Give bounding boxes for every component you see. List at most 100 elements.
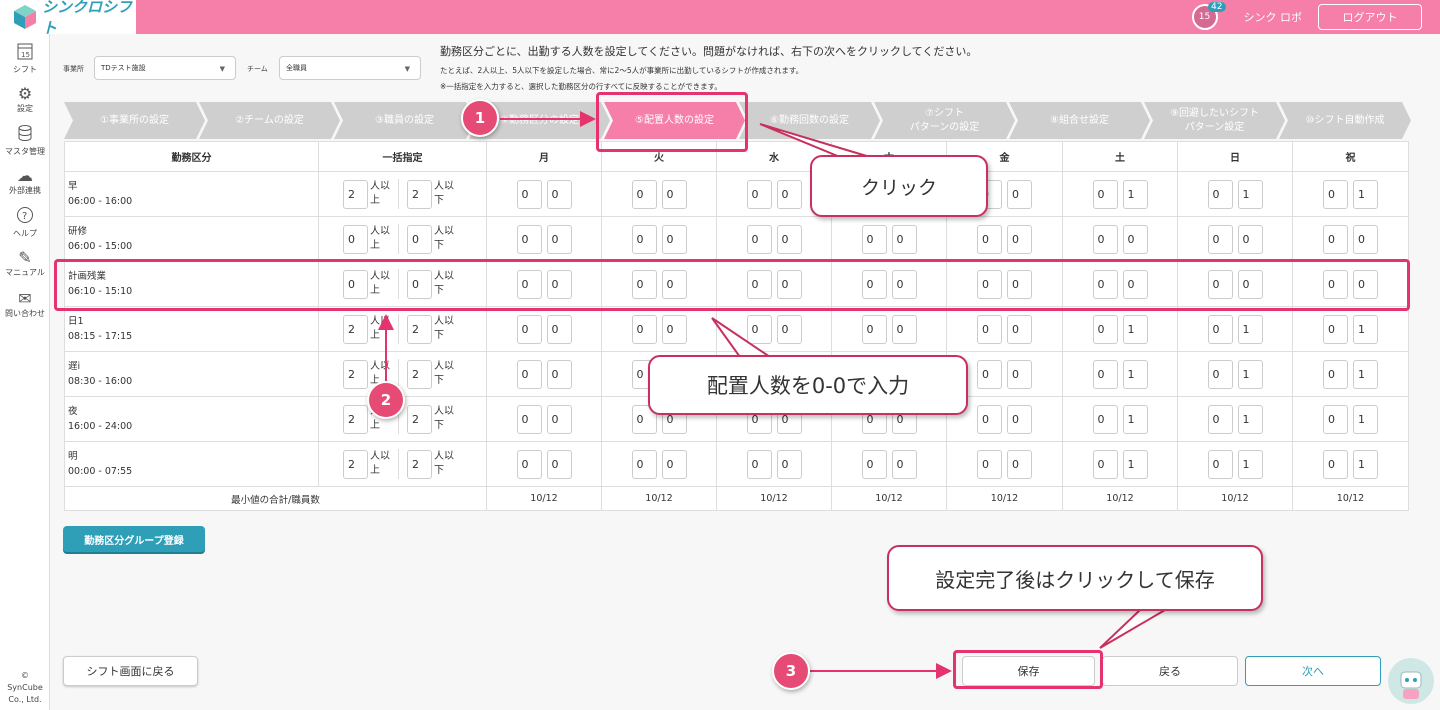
min-count-input[interactable]: 0 bbox=[1092, 224, 1118, 254]
max-count-input[interactable]: 1 bbox=[1122, 359, 1148, 389]
min-count-input[interactable]: 0 bbox=[1207, 404, 1233, 434]
step-7[interactable]: ⑦シフト パターンの設定 bbox=[874, 102, 1015, 139]
max-count-input[interactable]: 1 bbox=[1237, 314, 1263, 344]
max-count-input[interactable]: 0 bbox=[546, 359, 572, 389]
min-count-input[interactable]: 0 bbox=[1092, 449, 1118, 479]
max-count-input[interactable]: 1 bbox=[1122, 404, 1148, 434]
max-count-input[interactable]: 0 bbox=[1007, 404, 1032, 434]
office-select[interactable]: TDテスト施設 ▼ bbox=[94, 56, 236, 80]
min-count-input[interactable]: 0 bbox=[631, 449, 657, 479]
step-9[interactable]: ⑨回避したいシフト パターン設定 bbox=[1144, 102, 1285, 139]
min-count-input[interactable]: 0 bbox=[1323, 404, 1348, 434]
min-count-input[interactable]: 0 bbox=[746, 449, 772, 479]
min-count-input[interactable]: 0 bbox=[516, 359, 542, 389]
max-count-input[interactable]: 0 bbox=[661, 314, 687, 344]
bulk-min-input[interactable]: 0 bbox=[343, 224, 368, 254]
max-count-input[interactable]: 0 bbox=[1007, 314, 1032, 344]
min-count-input[interactable]: 0 bbox=[631, 224, 657, 254]
sidebar-item-manual[interactable]: ✎ マニュアル bbox=[0, 243, 50, 284]
min-count-input[interactable]: 0 bbox=[1207, 179, 1233, 209]
sidebar-item-settings[interactable]: ⚙ 設定 bbox=[0, 79, 50, 120]
max-count-input[interactable]: 0 bbox=[891, 449, 917, 479]
bulk-min-input[interactable]: 2 bbox=[343, 179, 368, 209]
max-count-input[interactable]: 0 bbox=[661, 179, 687, 209]
min-count-input[interactable]: 0 bbox=[861, 449, 887, 479]
team-select[interactable]: 全職員 ▼ bbox=[279, 56, 421, 80]
max-count-input[interactable]: 0 bbox=[661, 449, 687, 479]
step-2[interactable]: ②チームの設定 bbox=[199, 102, 340, 139]
max-count-input[interactable]: 0 bbox=[1007, 359, 1032, 389]
min-count-input[interactable]: 0 bbox=[1092, 314, 1118, 344]
max-count-input[interactable]: 0 bbox=[891, 224, 917, 254]
max-count-input[interactable]: 0 bbox=[1122, 224, 1148, 254]
max-count-input[interactable]: 0 bbox=[1007, 449, 1032, 479]
group-register-button[interactable]: 勤務区分グループ登録 bbox=[63, 526, 205, 552]
min-count-input[interactable]: 0 bbox=[1207, 449, 1233, 479]
sidebar-item-help[interactable]: ? ヘルプ bbox=[0, 202, 50, 243]
max-count-input[interactable]: 1 bbox=[1122, 449, 1148, 479]
sidebar-item-contact[interactable]: ✉ 問い合わせ bbox=[0, 284, 50, 325]
bulk-min-input[interactable]: 2 bbox=[343, 404, 368, 434]
max-count-input[interactable]: 0 bbox=[546, 314, 572, 344]
bulk-max-input[interactable]: 2 bbox=[407, 404, 432, 434]
bulk-min-input[interactable]: 2 bbox=[343, 449, 368, 479]
min-count-input[interactable]: 0 bbox=[861, 224, 887, 254]
min-count-input[interactable]: 0 bbox=[631, 314, 657, 344]
min-count-input[interactable]: 0 bbox=[977, 314, 1002, 344]
next-button[interactable]: 次へ bbox=[1245, 656, 1381, 686]
max-count-input[interactable]: 0 bbox=[1237, 224, 1263, 254]
app-logo[interactable]: シンクロシフト bbox=[0, 0, 136, 37]
step-6[interactable]: ⑥勤務回数の設定 bbox=[739, 102, 880, 139]
max-count-input[interactable]: 0 bbox=[546, 179, 572, 209]
max-count-input[interactable]: 0 bbox=[776, 224, 802, 254]
max-count-input[interactable]: 0 bbox=[546, 224, 572, 254]
min-count-input[interactable]: 0 bbox=[1092, 404, 1118, 434]
max-count-input[interactable]: 1 bbox=[1122, 179, 1148, 209]
min-count-input[interactable]: 0 bbox=[631, 179, 657, 209]
min-count-input[interactable]: 0 bbox=[516, 404, 542, 434]
min-count-input[interactable]: 0 bbox=[977, 359, 1002, 389]
max-count-input[interactable]: 0 bbox=[1353, 224, 1378, 254]
notification-calendar-icon[interactable]: 15 42 bbox=[1191, 2, 1226, 30]
min-count-input[interactable]: 0 bbox=[746, 314, 772, 344]
min-count-input[interactable]: 0 bbox=[1207, 224, 1233, 254]
min-count-input[interactable]: 0 bbox=[1207, 359, 1233, 389]
min-count-input[interactable]: 0 bbox=[1207, 314, 1233, 344]
min-count-input[interactable]: 0 bbox=[861, 314, 887, 344]
bulk-min-input[interactable]: 2 bbox=[343, 314, 368, 344]
min-count-input[interactable]: 0 bbox=[1092, 359, 1118, 389]
min-count-input[interactable]: 0 bbox=[516, 179, 542, 209]
logout-button[interactable]: ログアウト bbox=[1318, 4, 1422, 30]
min-count-input[interactable]: 0 bbox=[1092, 179, 1118, 209]
max-count-input[interactable]: 1 bbox=[1122, 314, 1148, 344]
max-count-input[interactable]: 1 bbox=[1237, 179, 1263, 209]
min-count-input[interactable]: 0 bbox=[1323, 179, 1348, 209]
max-count-input[interactable]: 1 bbox=[1237, 359, 1263, 389]
back-to-shift-button[interactable]: シフト画面に戻る bbox=[63, 656, 198, 686]
bulk-max-input[interactable]: 2 bbox=[407, 449, 432, 479]
bulk-max-input[interactable]: 2 bbox=[407, 314, 432, 344]
max-count-input[interactable]: 1 bbox=[1353, 404, 1378, 434]
max-count-input[interactable]: 0 bbox=[546, 449, 572, 479]
step-1[interactable]: ①事業所の設定 bbox=[64, 102, 205, 139]
max-count-input[interactable]: 0 bbox=[776, 314, 802, 344]
max-count-input[interactable]: 1 bbox=[1353, 179, 1378, 209]
min-count-input[interactable]: 0 bbox=[516, 314, 542, 344]
max-count-input[interactable]: 0 bbox=[891, 314, 917, 344]
max-count-input[interactable]: 0 bbox=[546, 404, 572, 434]
min-count-input[interactable]: 0 bbox=[746, 224, 772, 254]
max-count-input[interactable]: 0 bbox=[776, 179, 802, 209]
min-count-input[interactable]: 0 bbox=[1323, 359, 1348, 389]
step-10[interactable]: ⑩シフト自動作成 bbox=[1279, 102, 1411, 139]
max-count-input[interactable]: 0 bbox=[1007, 224, 1032, 254]
step-3[interactable]: ③職員の設定 bbox=[334, 102, 475, 139]
min-count-input[interactable]: 0 bbox=[516, 224, 542, 254]
min-count-input[interactable]: 0 bbox=[746, 179, 772, 209]
min-count-input[interactable]: 0 bbox=[1323, 449, 1348, 479]
bulk-max-input[interactable]: 2 bbox=[407, 359, 432, 389]
bulk-max-input[interactable]: 0 bbox=[407, 224, 432, 254]
max-count-input[interactable]: 1 bbox=[1353, 359, 1378, 389]
step-8[interactable]: ⑧組合せ設定 bbox=[1009, 102, 1150, 139]
sidebar-item-integration[interactable]: ☁ 外部連携 bbox=[0, 161, 50, 202]
max-count-input[interactable]: 1 bbox=[1237, 449, 1263, 479]
